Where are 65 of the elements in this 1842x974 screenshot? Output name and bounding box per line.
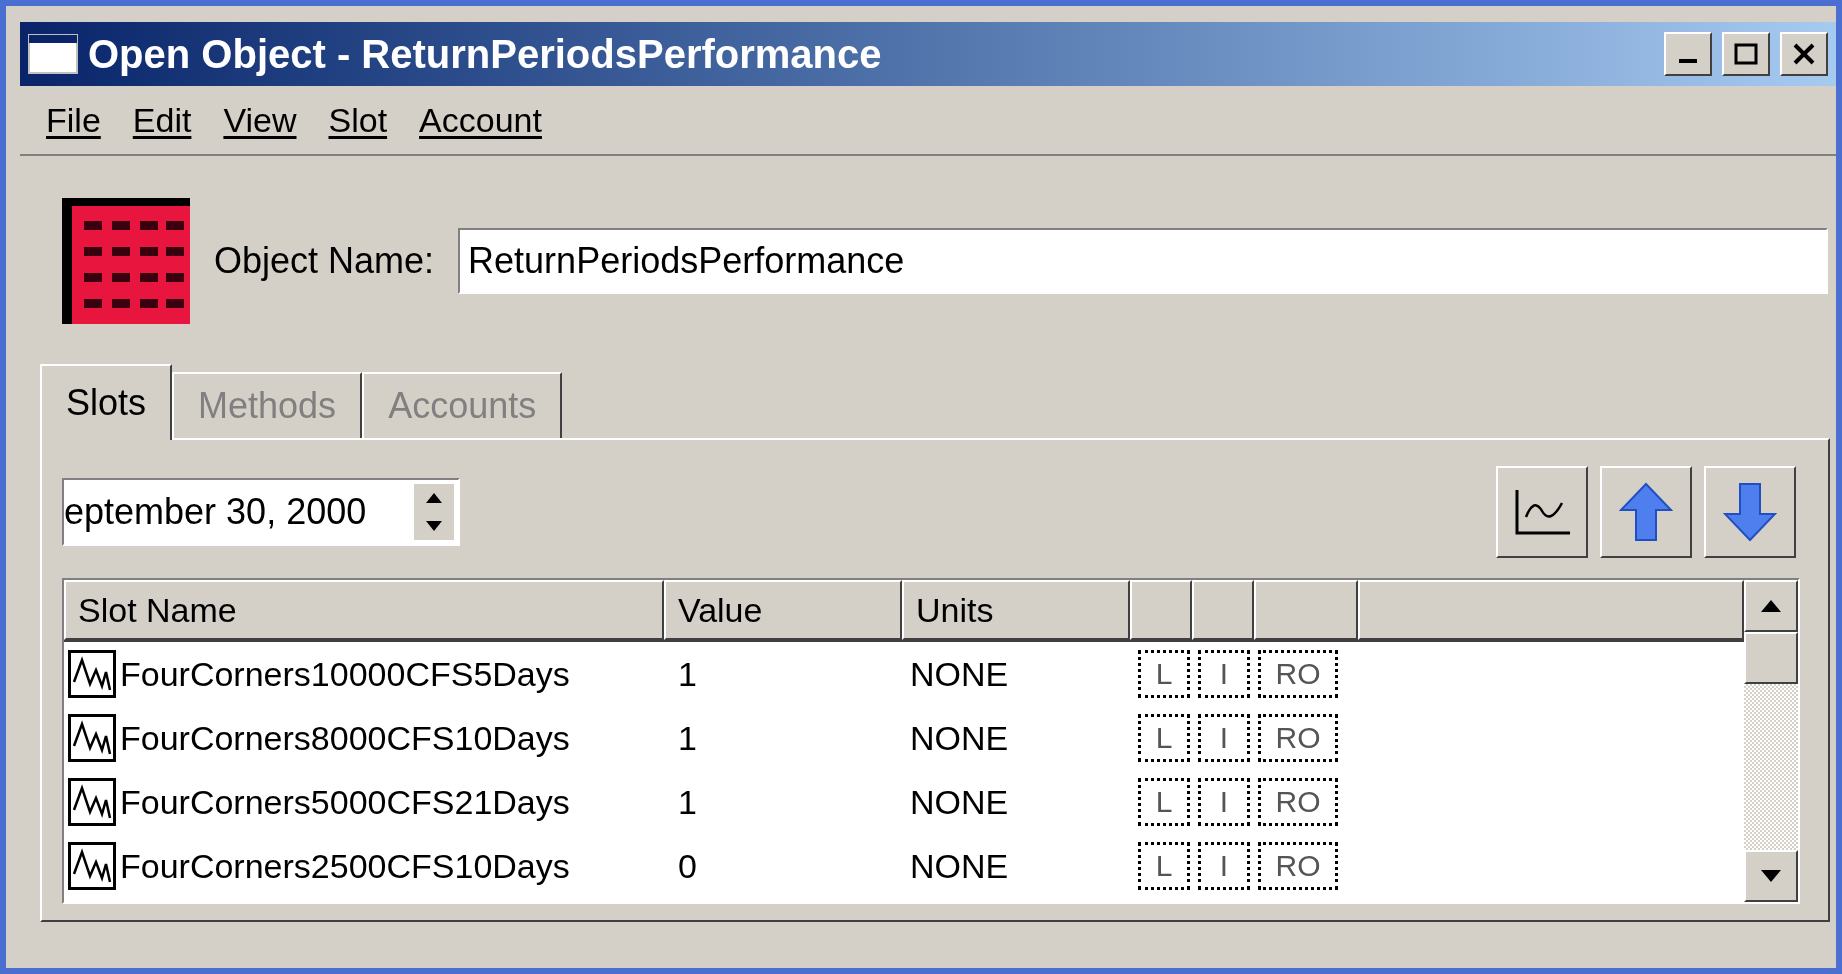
flag-toggle[interactable]: L (1138, 778, 1190, 826)
flag-toggle[interactable]: L (1138, 714, 1190, 762)
maximize-icon (1733, 42, 1759, 66)
menu-item[interactable]: Account (419, 94, 542, 146)
slot-name: FourCorners10000CFS5Days (120, 653, 570, 695)
scroll-up-icon (1761, 600, 1781, 612)
slot-name: FourCorners2500CFS10Days (120, 845, 570, 887)
slot-name: FourCorners8000CFS10Days (120, 717, 570, 759)
minimize-button[interactable] (1664, 32, 1712, 76)
scroll-down-button[interactable] (1744, 850, 1798, 902)
flag-toggle[interactable]: I (1198, 650, 1250, 698)
object-name-field[interactable]: ReturnPeriodsPerformance (458, 228, 1828, 294)
slot-value: 1 (677, 653, 698, 695)
column-header[interactable] (1358, 580, 1744, 640)
window-title: Open Object - ReturnPeriodsPerformance (88, 31, 883, 78)
slot-units: NONE (909, 781, 1010, 823)
series-slot-icon (68, 714, 116, 762)
flag-toggle[interactable]: I (1198, 778, 1250, 826)
tab[interactable]: Slots (40, 364, 173, 440)
flag-toggle[interactable]: L (1138, 650, 1190, 698)
menu-item[interactable]: Slot (328, 94, 388, 146)
flag-toggle[interactable]: RO (1258, 842, 1338, 890)
window-icon (28, 34, 78, 74)
slot-value: 0 (677, 845, 698, 887)
flag-toggle[interactable]: RO (1258, 714, 1338, 762)
flag-toggle[interactable]: L (1138, 842, 1190, 890)
series-slot-icon (68, 842, 116, 890)
scroll-up-button[interactable] (1744, 580, 1798, 632)
arrow-down-icon (1723, 482, 1777, 542)
scroll-thumb[interactable] (1744, 632, 1798, 684)
column-header[interactable] (1130, 580, 1192, 640)
flag-toggle[interactable]: RO (1258, 778, 1338, 826)
column-header[interactable]: Value (664, 580, 902, 640)
column-header[interactable] (1192, 580, 1254, 640)
move-up-button[interactable] (1600, 466, 1692, 558)
table-object-icon (62, 198, 190, 324)
slot-value: 1 (677, 781, 698, 823)
slot-value: 1 (677, 717, 698, 759)
series-slot-icon (68, 778, 116, 826)
maximize-button[interactable] (1722, 32, 1770, 76)
date-spinner[interactable] (414, 484, 454, 540)
plot-button[interactable] (1496, 466, 1588, 558)
menu-item[interactable]: File (46, 94, 101, 146)
flag-toggle[interactable]: I (1198, 842, 1250, 890)
arrow-up-icon (1619, 482, 1673, 542)
slot-units: NONE (909, 653, 1010, 695)
menu-item[interactable]: Edit (132, 94, 192, 146)
spin-up-icon (426, 493, 442, 503)
slot-units: NONE (909, 717, 1010, 759)
flag-toggle[interactable]: I (1198, 714, 1250, 762)
spin-down-icon (426, 521, 442, 531)
column-header[interactable]: Units (902, 580, 1130, 640)
column-header[interactable]: Slot Name (64, 580, 664, 640)
object-name-label: Object Name: (214, 239, 435, 283)
menu-item[interactable]: View (223, 94, 297, 146)
move-down-button[interactable] (1704, 466, 1796, 558)
vertical-scrollbar[interactable] (1744, 580, 1798, 902)
close-button[interactable] (1780, 32, 1828, 76)
close-icon (1791, 42, 1817, 66)
slot-units: NONE (909, 845, 1010, 887)
series-slot-icon (68, 650, 116, 698)
column-header[interactable] (1254, 580, 1358, 640)
flag-toggle[interactable]: RO (1258, 650, 1338, 698)
slot-name: FourCorners5000CFS21Days (120, 781, 570, 823)
scroll-down-icon (1761, 870, 1781, 882)
